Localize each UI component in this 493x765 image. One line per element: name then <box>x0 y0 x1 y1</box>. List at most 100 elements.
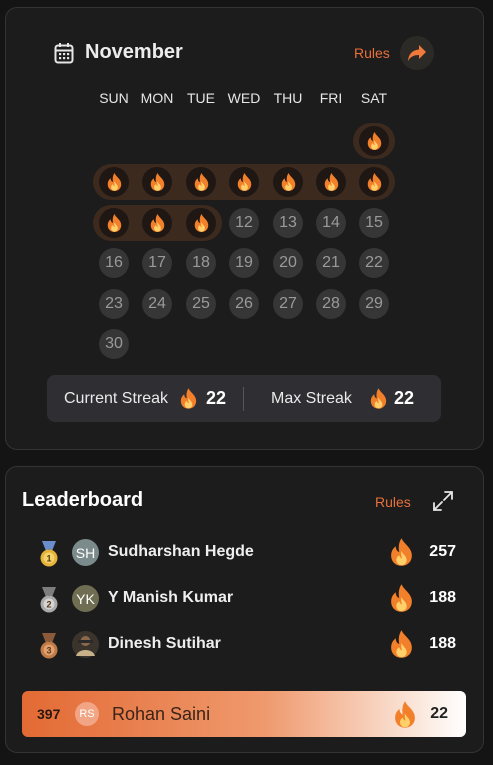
flame-icon <box>391 584 412 612</box>
calendar-day-2[interactable] <box>99 167 129 197</box>
person-photo-icon <box>72 631 99 658</box>
leaderboard-card: Leaderboard Rules 1 SH Sudharshan Hegde 257… <box>5 466 484 753</box>
flame-icon <box>194 173 208 191</box>
calendar-day-30[interactable]: 30 <box>99 329 129 359</box>
silver-medal-icon: 2 <box>40 587 58 613</box>
day-number: 12 <box>235 214 253 231</box>
leaderboard-rules-link[interactable]: Rules <box>375 494 411 510</box>
calendar-day-27[interactable]: 27 <box>273 289 303 319</box>
leaderboard-row[interactable]: 1 SH Sudharshan Hegde 257 <box>36 537 456 569</box>
avatar-initials: SH <box>75 544 96 561</box>
weekday-label: WED <box>227 90 261 106</box>
weekday-label: SUN <box>99 90 129 106</box>
calendar-day-26[interactable]: 26 <box>229 289 259 319</box>
calendar-day-1[interactable] <box>359 126 389 156</box>
user-name: Sudharshan Hegde <box>108 543 254 560</box>
leaderboard-row[interactable]: 2 YK Y Manish Kumar 188 <box>36 583 456 615</box>
day-number: 13 <box>279 214 297 231</box>
calendar-day-13[interactable]: 13 <box>273 208 303 238</box>
day-number: 28 <box>322 295 340 312</box>
avatar: SH <box>72 539 99 566</box>
flame-icon <box>324 173 338 191</box>
calendar-rules-link[interactable]: Rules <box>354 45 390 61</box>
flame-icon <box>367 173 381 191</box>
flame-icon <box>180 388 197 409</box>
leaderboard-row[interactable]: 3 Dinesh Sutihar 188 <box>36 629 456 661</box>
calendar-day-8[interactable] <box>359 167 389 197</box>
weekday-label: TUE <box>187 90 215 106</box>
calendar-header: November Rules <box>54 36 444 76</box>
day-number: 29 <box>365 295 383 312</box>
calendar-day-20[interactable]: 20 <box>273 248 303 278</box>
flame-icon <box>194 214 208 232</box>
calendar-day-10[interactable] <box>142 208 172 238</box>
weekday-label: MON <box>140 90 174 106</box>
current-user-row[interactable]: 397 RS Rohan Saini 22 <box>22 691 466 737</box>
share-arrow-icon <box>408 45 426 61</box>
flame-icon <box>281 173 295 191</box>
user-name: Y Manish Kumar <box>108 589 234 606</box>
day-number: 20 <box>279 254 297 271</box>
expand-icon[interactable] <box>432 490 454 512</box>
flame-icon <box>367 132 381 150</box>
current-streak-label: Current Streak <box>64 390 169 407</box>
calendar-day-3[interactable] <box>142 167 172 197</box>
calendar-day-6[interactable] <box>273 167 303 197</box>
calendar-day-18[interactable]: 18 <box>186 248 216 278</box>
svg-text:3: 3 <box>46 646 51 656</box>
avatar: RS <box>75 702 99 726</box>
calendar-day-24[interactable]: 24 <box>142 289 172 319</box>
current-streak-value: 22 <box>206 388 227 408</box>
calendar-day-21[interactable]: 21 <box>316 248 346 278</box>
share-button[interactable] <box>400 36 434 70</box>
calendar-day-19[interactable]: 19 <box>229 248 259 278</box>
calendar-day-14[interactable]: 14 <box>316 208 346 238</box>
calendar-day-22[interactable]: 22 <box>359 248 389 278</box>
day-number: 24 <box>148 295 166 312</box>
weekday-label: FRI <box>319 90 343 106</box>
calendar-day-15[interactable]: 15 <box>359 208 389 238</box>
current-user-rank: 397 <box>37 706 61 722</box>
day-number: 22 <box>365 254 383 271</box>
flame-icon <box>237 173 251 191</box>
day-number: 30 <box>105 335 123 352</box>
flame-icon <box>370 388 387 409</box>
avatar-initials: YK <box>76 590 95 607</box>
flame-icon <box>150 173 164 191</box>
day-number: 18 <box>192 254 210 271</box>
current-user-score: 22 <box>430 705 448 722</box>
day-number: 15 <box>365 214 383 231</box>
calendar-day-23[interactable]: 23 <box>99 289 129 319</box>
calendar-day-12[interactable]: 12 <box>229 208 259 238</box>
user-score: 257 <box>429 543 456 560</box>
calendar-day-9[interactable] <box>99 208 129 238</box>
divider <box>243 387 244 411</box>
day-number: 19 <box>235 254 253 271</box>
user-score: 188 <box>429 589 456 606</box>
calendar-day-28[interactable]: 28 <box>316 289 346 319</box>
streak-summary: Current Streak 22 Max Streak 22 <box>47 375 441 422</box>
calendar-day-7[interactable] <box>316 167 346 197</box>
user-name: Dinesh Sutihar <box>108 635 221 652</box>
max-streak-value: 22 <box>394 388 415 408</box>
weekday-label: SAT <box>360 90 388 106</box>
bronze-medal-icon: 3 <box>40 633 58 659</box>
current-user-name: Rohan Saini <box>112 704 211 724</box>
calendar-day-11[interactable] <box>186 208 216 238</box>
flame-icon <box>150 214 164 232</box>
calendar-day-5[interactable] <box>229 167 259 197</box>
day-number: 23 <box>105 295 123 312</box>
flame-icon <box>107 214 121 232</box>
user-score: 188 <box>429 635 456 652</box>
avatar: YK <box>72 585 99 612</box>
day-number: 27 <box>279 295 297 312</box>
day-number: 14 <box>322 214 340 231</box>
calendar-day-25[interactable]: 25 <box>186 289 216 319</box>
calendar-day-17[interactable]: 17 <box>142 248 172 278</box>
calendar-day-29[interactable]: 29 <box>359 289 389 319</box>
streak-calendar-card: November Rules SUN MON TUE WED THU FRI SAT 12 1… <box>5 7 484 450</box>
calendar-day-16[interactable]: 16 <box>99 248 129 278</box>
calendar-day-4[interactable] <box>186 167 216 197</box>
flame-icon <box>395 701 415 728</box>
weekday-label: THU <box>273 90 303 106</box>
